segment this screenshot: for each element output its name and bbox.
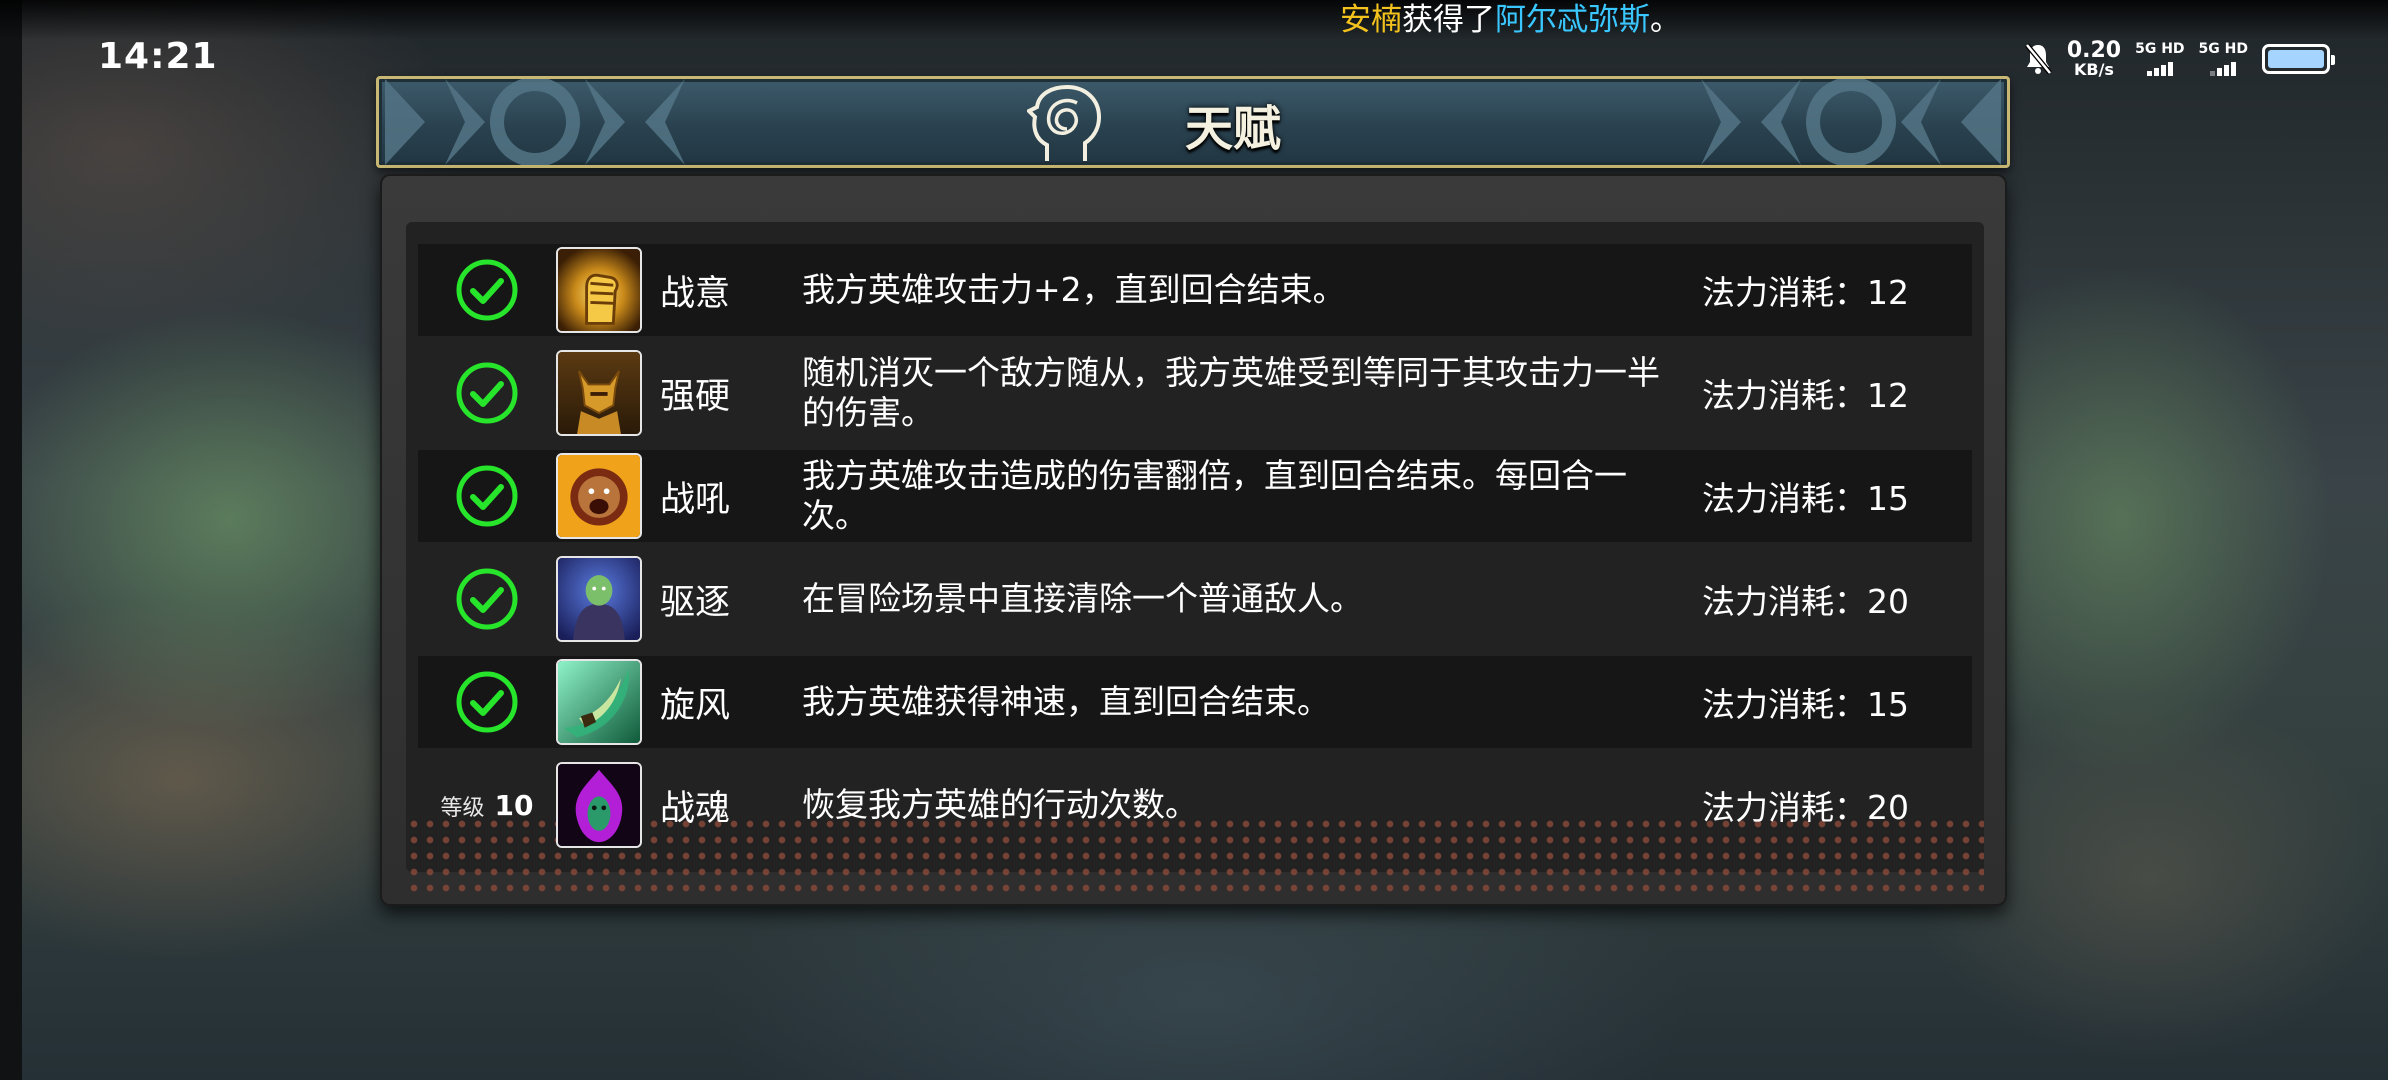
talent-description: 我方英雄攻击造成的伤害翻倍，直到回合结束。每回合一次。 xyxy=(802,456,1627,535)
talent-description: 在冒险场景中直接清除一个普通敌人。 xyxy=(802,579,1363,618)
talent-name: 强硬 xyxy=(660,376,731,417)
cost-label: 法力消耗： xyxy=(1702,479,1867,518)
signal-bars-icon xyxy=(2210,60,2237,76)
talent-cost: 法力消耗：15 xyxy=(1702,678,1909,726)
notice-item: 阿尔忒弥斯 xyxy=(1495,2,1650,38)
sim2-label: 5G HD xyxy=(2198,41,2248,57)
cost-label: 法力消耗： xyxy=(1702,685,1867,724)
talent-name: 驱逐 xyxy=(660,582,731,623)
check-circle-icon xyxy=(456,362,518,424)
talent-cost: 法力消耗：20 xyxy=(1702,575,1909,623)
talent-cost: 法力消耗：12 xyxy=(1702,266,1909,314)
top-shade xyxy=(0,0,2388,40)
talent-description: 随机消灭一个敌方随从，我方英雄受到等同于其攻击力一半的伤害。 xyxy=(802,353,1660,432)
notice-player: 安楠 xyxy=(1340,2,1402,38)
speed-unit: KB/s xyxy=(2073,60,2114,79)
talent-cost: 法力消耗：15 xyxy=(1702,472,1909,520)
cost-label: 法力消耗： xyxy=(1702,788,1867,827)
talent-row[interactable]: 驱逐 在冒险场景中直接清除一个普通敌人。 法力消耗：20 xyxy=(418,553,1972,645)
talent-status xyxy=(418,258,556,322)
cost-value: 20 xyxy=(1867,582,1909,621)
talent-name: 战意 xyxy=(660,273,731,314)
talent-name: 旋风 xyxy=(660,685,731,726)
bell-muted-icon xyxy=(2024,43,2052,75)
golden-fist-icon xyxy=(556,247,642,333)
talent-status xyxy=(418,361,556,425)
hooded-figure-icon xyxy=(556,556,642,642)
sim1-signal: 5G HD xyxy=(2135,41,2185,76)
speed-value: 0.20 xyxy=(2066,38,2122,63)
cost-value: 15 xyxy=(1867,685,1909,724)
check-circle-icon xyxy=(456,568,518,630)
page-title: 天赋 xyxy=(1184,101,1281,157)
cost-label: 法力消耗： xyxy=(1702,376,1867,415)
talent-cost: 法力消耗：12 xyxy=(1702,369,1909,417)
status-icons: 0.20 KB/s 5G HD 5G HD xyxy=(2023,40,2335,78)
talent-row[interactable]: 等级 10 战魂 恢复我方英雄的行动次数。 法力消耗：20 xyxy=(418,759,1972,851)
cost-value: 12 xyxy=(1867,376,1909,415)
talent-status xyxy=(418,567,556,631)
network-speed: 0.20 KB/s xyxy=(2067,40,2121,78)
talent-list: 战意 我方英雄攻击力+2，直到回合结束。 法力消耗：12 强硬 随机消灭一个敌方… xyxy=(418,244,1972,862)
talent-name: 战魂 xyxy=(660,788,731,829)
level-value: 10 xyxy=(494,788,534,822)
talent-row[interactable]: 战吼 我方英雄攻击造成的伤害翻倍，直到回合结束。每回合一次。 法力消耗：15 xyxy=(418,450,1972,542)
purple-flame-mask-icon xyxy=(556,762,642,848)
talent-description: 我方英雄获得神速，直到回合结束。 xyxy=(802,682,1330,721)
loot-notice: 安楠获得了阿尔忒弥斯。 xyxy=(1340,0,1681,40)
cost-value: 12 xyxy=(1867,273,1909,312)
roaring-beast-icon xyxy=(556,453,642,539)
talent-description: 恢复我方英雄的行动次数。 xyxy=(802,785,1198,824)
sim1-label: 5G HD xyxy=(2135,41,2185,57)
talent-description: 我方英雄攻击力+2，直到回合结束。 xyxy=(802,270,1346,309)
cost-label: 法力消耗： xyxy=(1702,273,1867,312)
talent-status: 等级 10 xyxy=(418,789,556,822)
talent-row[interactable]: 强硬 随机消灭一个敌方随从，我方英雄受到等同于其攻击力一半的伤害。 法力消耗：1… xyxy=(418,347,1972,439)
notice-middle: 获得了 xyxy=(1402,2,1495,38)
green-blade-icon xyxy=(556,659,642,745)
cost-label: 法力消耗： xyxy=(1702,582,1867,621)
talent-row[interactable]: 战意 我方英雄攻击力+2，直到回合结束。 法力消耗：12 xyxy=(418,244,1972,336)
check-circle-icon xyxy=(456,259,518,321)
talent-header: 天赋 xyxy=(376,76,2010,168)
talent-panel: 战意 我方英雄攻击力+2，直到回合结束。 法力消耗：12 强硬 随机消灭一个敌方… xyxy=(380,174,2007,906)
talent-row[interactable]: 旋风 我方英雄获得神速，直到回合结束。 法力消耗：15 xyxy=(418,656,1972,748)
check-circle-icon xyxy=(456,671,518,733)
talent-status xyxy=(418,464,556,528)
battery-icon xyxy=(2262,44,2335,74)
screen-edge xyxy=(0,0,22,1080)
horned-warrior-icon xyxy=(556,350,642,436)
signal-bars-icon xyxy=(2146,60,2173,76)
cost-value: 20 xyxy=(1867,788,1909,827)
talent-status xyxy=(418,670,556,734)
talent-cost: 法力消耗：20 xyxy=(1702,781,1909,829)
notice-end: 。 xyxy=(1650,2,1681,38)
talent-name: 战吼 xyxy=(660,479,731,520)
level-requirement: 等级 10 xyxy=(441,789,534,822)
level-label: 等级 xyxy=(440,795,485,821)
sim2-signal: 5G HD xyxy=(2199,42,2248,76)
status-time: 14:21 xyxy=(98,36,218,77)
cost-value: 15 xyxy=(1867,479,1909,518)
check-circle-icon xyxy=(456,465,518,527)
